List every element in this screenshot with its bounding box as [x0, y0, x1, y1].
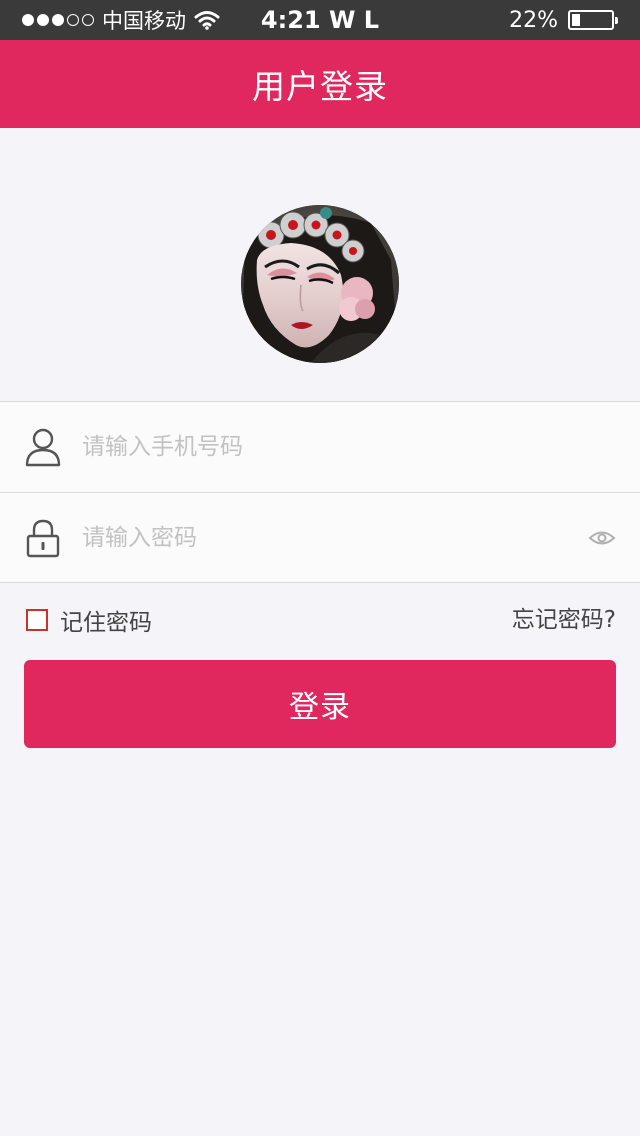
password-input[interactable] [82, 513, 562, 563]
login-options: 记住密码 忘记密码? [0, 598, 640, 642]
status-right: 22% [509, 0, 618, 40]
avatar-image [241, 205, 399, 363]
phone-input[interactable] [82, 422, 562, 472]
forgot-password-link[interactable]: 忘记密码? [512, 598, 616, 642]
lock-icon [26, 519, 60, 558]
user-icon [25, 428, 61, 467]
remember-password-checkbox[interactable] [26, 609, 48, 631]
status-bar: 中国移动 4:21 W L 22% [0, 0, 640, 40]
nav-bar: 用户登录 [0, 40, 640, 128]
battery-percentage: 22% [509, 7, 558, 33]
login-button[interactable]: 登录 [24, 660, 616, 748]
phone-row [0, 402, 640, 492]
battery-icon [568, 10, 618, 30]
avatar [241, 205, 399, 363]
battery-fill [572, 14, 581, 26]
show-password-eye-icon[interactable] [588, 528, 616, 548]
remember-password-toggle[interactable]: 记住密码 [26, 598, 152, 642]
password-row [0, 493, 640, 583]
remember-password-label: 记住密码 [60, 610, 152, 636]
page-title: 用户登录 [252, 67, 388, 106]
login-form [0, 401, 640, 583]
